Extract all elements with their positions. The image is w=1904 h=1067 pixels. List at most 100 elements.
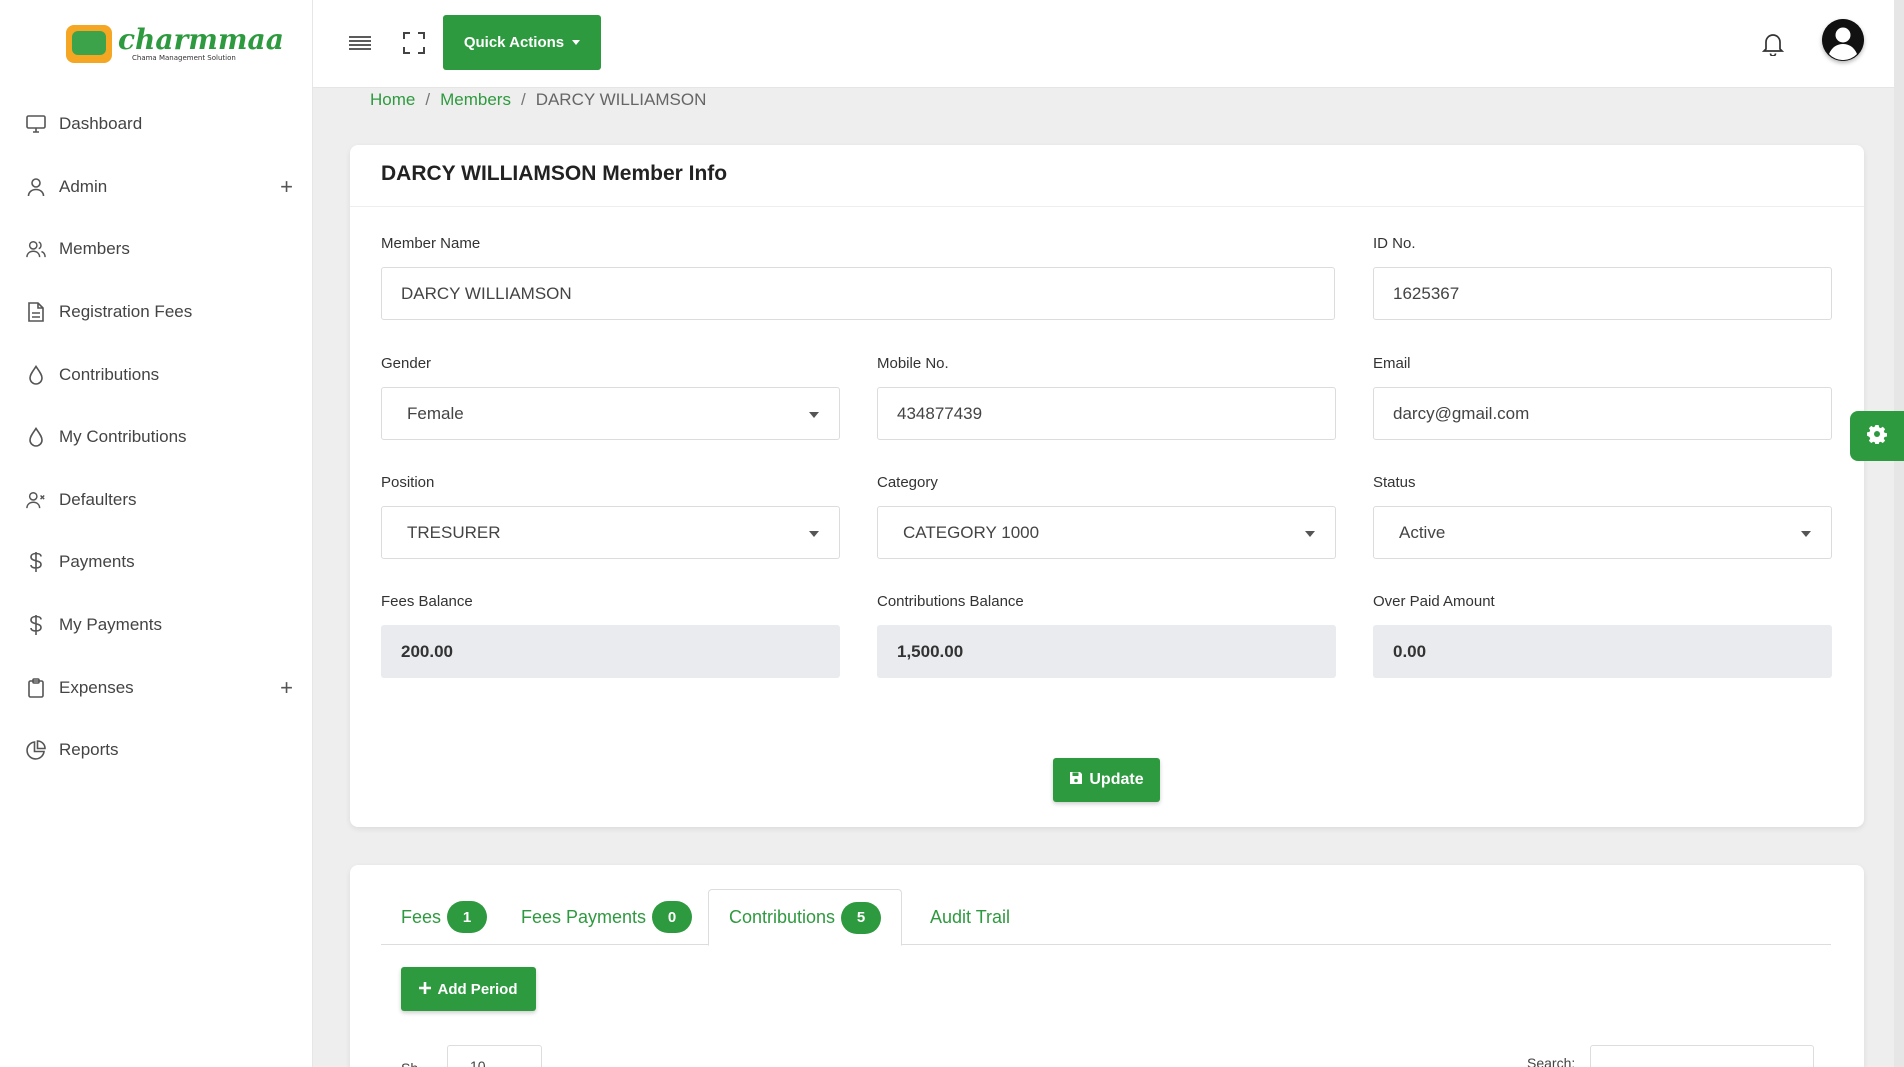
sidebar-item-reports[interactable]: Reports — [0, 719, 313, 782]
quick-actions-label: Quick Actions — [463, 34, 565, 51]
search-input[interactable] — [1590, 1045, 1814, 1067]
breadcrumb-members-link[interactable]: Members — [440, 90, 511, 110]
fullscreen-icon[interactable] — [401, 30, 427, 56]
save-icon — [1069, 771, 1083, 790]
users-icon — [26, 239, 46, 259]
monitor-icon — [26, 114, 46, 134]
sidebar-item-admin[interactable]: Admin + — [0, 156, 313, 219]
expand-icon[interactable]: + — [280, 675, 293, 701]
mobile-label: Mobile No. — [877, 355, 949, 372]
status-select[interactable]: Active — [1373, 506, 1832, 559]
brand-tagline: Chama Management Solution — [132, 54, 236, 62]
position-select[interactable]: TRESURER — [381, 506, 840, 559]
tab-label: Fees Payments — [521, 906, 647, 927]
tab-fees-payments[interactable]: Fees Payments 0 — [501, 889, 712, 945]
quick-actions-button[interactable]: Quick Actions — [443, 15, 601, 70]
member-name-field[interactable]: DARCY WILLIAMSON — [381, 267, 1335, 320]
count-badge: 1 — [447, 901, 488, 933]
chat-logo-icon — [66, 25, 112, 63]
fees-balance-label: Fees Balance — [381, 593, 473, 610]
category-label: Category — [877, 474, 938, 491]
breadcrumb-separator: / — [425, 90, 431, 109]
pie-chart-icon — [26, 740, 46, 760]
sidebar-item-label: Defaulters — [59, 489, 137, 509]
over-paid-field: 0.00 — [1373, 625, 1832, 678]
show-entries-label: Sh — [401, 1060, 418, 1067]
contributions-balance-label: Contributions Balance — [877, 593, 1024, 610]
brand-logo[interactable]: charmmaa Chama Management Solution — [66, 24, 284, 64]
email-field[interactable]: darcy@gmail.com — [1373, 387, 1832, 440]
bell-icon[interactable] — [1761, 32, 1785, 60]
clipboard-icon — [26, 677, 46, 698]
dollar-icon — [26, 552, 46, 573]
dollar-icon — [26, 615, 46, 636]
gender-value: Female — [407, 403, 464, 423]
sidebar-item-label: My Payments — [59, 615, 162, 635]
sidebar: charmmaa Chama Management Solution Dashb… — [0, 0, 313, 1067]
avatar[interactable] — [1822, 19, 1864, 61]
brand-name: charmmaa — [118, 23, 284, 56]
gear-icon — [1867, 424, 1887, 448]
sidebar-item-contributions[interactable]: Contributions — [0, 343, 313, 406]
member-name-label: Member Name — [381, 235, 481, 252]
drop-icon — [26, 364, 46, 385]
page-title: DARCY WILLIAMSON Member Info — [381, 162, 728, 185]
sidebar-nav: Dashboard Admin + Members Registration F… — [0, 93, 313, 782]
sidebar-item-label: Reports — [59, 740, 119, 760]
contributions-balance-field: 1,500.00 — [877, 625, 1336, 678]
member-records-card: Fees 1 Fees Payments 0 Contributions 5 A… — [350, 865, 1864, 1067]
update-label: Update — [1089, 771, 1144, 788]
over-paid-label: Over Paid Amount — [1373, 593, 1495, 610]
sidebar-item-my-contributions[interactable]: My Contributions — [0, 406, 313, 469]
settings-toggle[interactable] — [1850, 411, 1904, 461]
sidebar-item-payments[interactable]: Payments — [0, 531, 313, 594]
sidebar-item-label: My Contributions — [59, 427, 187, 447]
mobile-field[interactable]: 434877439 — [877, 387, 1336, 440]
sidebar-item-expenses[interactable]: Expenses + — [0, 656, 313, 719]
caret-down-icon — [809, 531, 819, 537]
user-icon — [26, 177, 46, 197]
sidebar-item-my-payments[interactable]: My Payments — [0, 594, 313, 657]
scrollbar[interactable] — [1894, 0, 1904, 1067]
breadcrumb-home-link[interactable]: Home — [370, 90, 415, 110]
sidebar-item-label: Registration Fees — [59, 302, 193, 322]
status-value: Active — [1399, 522, 1446, 542]
topbar: Quick Actions — [313, 0, 1904, 88]
document-icon — [26, 302, 46, 322]
update-button[interactable]: Update — [1053, 758, 1160, 802]
hamburger-menu-icon[interactable] — [347, 30, 373, 56]
breadcrumb-current: DARCY WILLIAMSON — [535, 90, 707, 109]
id-no-label: ID No. — [1373, 235, 1416, 252]
count-badge: 5 — [841, 901, 882, 934]
sidebar-item-defaulters[interactable]: Defaulters — [0, 469, 313, 532]
tab-label: Fees — [401, 906, 442, 927]
id-no-field[interactable]: 1625367 — [1373, 267, 1832, 320]
caret-down-icon — [809, 412, 819, 418]
add-period-button[interactable]: Add Period — [401, 967, 536, 1011]
page-length-select[interactable]: 10 — [447, 1045, 542, 1067]
sidebar-item-label: Members — [59, 239, 130, 259]
expand-icon[interactable]: + — [280, 174, 293, 200]
tab-audit-trail[interactable]: Audit Trail — [910, 889, 1030, 945]
fees-balance-field: 200.00 — [381, 625, 840, 678]
records-tabs: Fees 1 Fees Payments 0 Contributions 5 A… — [381, 889, 1831, 946]
sidebar-item-label: Dashboard — [59, 114, 143, 134]
card-header: DARCY WILLIAMSON Member Info — [350, 145, 1864, 207]
sidebar-item-label: Payments — [59, 552, 135, 572]
tab-label: Contributions — [729, 907, 836, 927]
add-period-label: Add Period — [437, 980, 518, 998]
email-label: Email — [1373, 355, 1411, 372]
drop-icon — [26, 427, 46, 448]
sidebar-item-dashboard[interactable]: Dashboard — [0, 93, 313, 156]
tab-fees[interactable]: Fees 1 — [381, 889, 507, 945]
category-select[interactable]: CATEGORY 1000 — [877, 506, 1336, 559]
status-label: Status — [1373, 474, 1416, 491]
sidebar-item-members[interactable]: Members — [0, 218, 313, 281]
sidebar-item-label: Admin — [59, 176, 108, 196]
caret-down-icon — [572, 40, 581, 45]
tab-contributions[interactable]: Contributions 5 — [708, 889, 903, 946]
sidebar-item-label: Expenses — [59, 677, 134, 697]
sidebar-item-registration-fees[interactable]: Registration Fees — [0, 281, 313, 344]
breadcrumb-separator: / — [520, 90, 526, 109]
gender-select[interactable]: Female — [381, 387, 840, 440]
